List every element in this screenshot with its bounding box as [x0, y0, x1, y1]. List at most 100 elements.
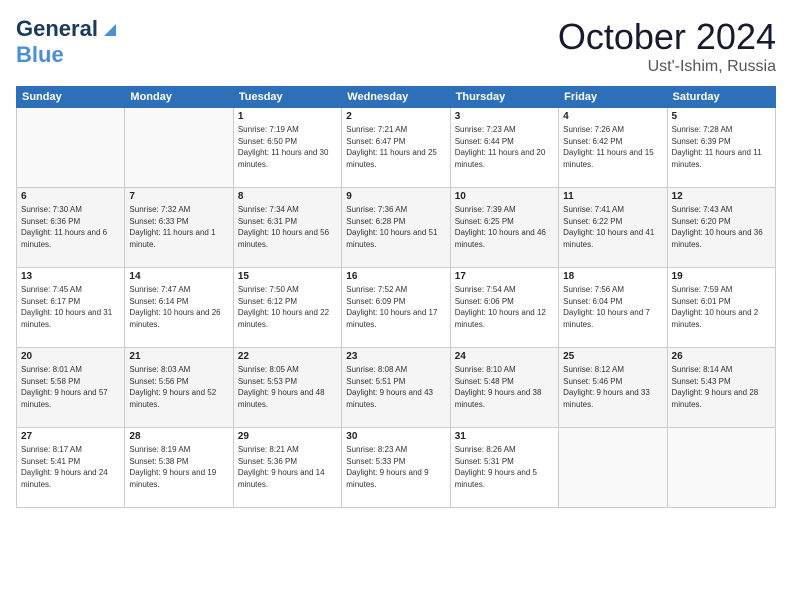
- calendar-cell: 27 Sunrise: 8:17 AMSunset: 5:41 PMDayligh…: [17, 428, 125, 508]
- day-info: Sunrise: 8:08 AMSunset: 5:51 PMDaylight:…: [346, 364, 445, 410]
- day-info: Sunrise: 8:21 AMSunset: 5:36 PMDaylight:…: [238, 444, 337, 490]
- day-number: 31: [455, 431, 554, 442]
- col-sunday: Sunday: [17, 87, 125, 108]
- week-row-3: 13 Sunrise: 7:45 AMSunset: 6:17 PMDayligh…: [17, 268, 776, 348]
- day-number: 6: [21, 191, 120, 202]
- day-info: Sunrise: 7:19 AMSunset: 6:50 PMDaylight:…: [238, 124, 337, 170]
- calendar-cell: 5Sunrise: 7:28 AMSunset: 6:39 PMDaylight…: [667, 108, 775, 188]
- day-info: Sunrise: 7:50 AMSunset: 6:12 PMDaylight:…: [238, 284, 337, 330]
- day-info: Sunrise: 8:10 AMSunset: 5:48 PMDaylight:…: [455, 364, 554, 410]
- day-number: 13: [21, 271, 120, 282]
- logo: General Blue: [16, 16, 116, 68]
- day-info: Sunrise: 7:45 AMSunset: 6:17 PMDaylight:…: [21, 284, 120, 330]
- day-number: 15: [238, 271, 337, 282]
- day-number: 22: [238, 351, 337, 362]
- calendar-cell: [17, 108, 125, 188]
- page: General Blue October 2024 Ust'-Ishim, Ru…: [0, 0, 792, 612]
- day-number: 1: [238, 111, 337, 122]
- calendar-cell: 28 Sunrise: 8:19 AMSunset: 5:38 PMDayligh…: [125, 428, 233, 508]
- day-number: 27: [21, 431, 120, 442]
- day-number: 14: [129, 271, 228, 282]
- calendar-cell: 13 Sunrise: 7:45 AMSunset: 6:17 PMDayligh…: [17, 268, 125, 348]
- day-info: Sunrise: 7:56 AMSunset: 6:04 PMDaylight:…: [563, 284, 662, 330]
- day-number: 16: [346, 271, 445, 282]
- day-number: 28: [129, 431, 228, 442]
- calendar-cell: 14Sunrise: 7:47 AMSunset: 6:14 PMDayligh…: [125, 268, 233, 348]
- title-location: Ust'-Ishim, Russia: [558, 58, 776, 76]
- logo-blue: Blue: [16, 42, 64, 67]
- day-info: Sunrise: 7:32 AMSunset: 6:33 PMDaylight:…: [129, 204, 228, 250]
- calendar-cell: [125, 108, 233, 188]
- day-info: Sunrise: 8:14 AMSunset: 5:43 PMDaylight:…: [672, 364, 771, 410]
- day-number: 4: [563, 111, 662, 122]
- day-info: Sunrise: 8:12 AMSunset: 5:46 PMDaylight:…: [563, 364, 662, 410]
- day-info: Sunrise: 7:39 AMSunset: 6:25 PMDaylight:…: [455, 204, 554, 250]
- day-info: Sunrise: 8:17 AMSunset: 5:41 PMDaylight:…: [21, 444, 120, 490]
- calendar-cell: 8Sunrise: 7:34 AMSunset: 6:31 PMDaylight…: [233, 188, 341, 268]
- day-number: 8: [238, 191, 337, 202]
- col-tuesday: Tuesday: [233, 87, 341, 108]
- title-month: October 2024: [558, 16, 776, 58]
- day-info: Sunrise: 7:26 AMSunset: 6:42 PMDaylight:…: [563, 124, 662, 170]
- day-info: Sunrise: 7:54 AMSunset: 6:06 PMDaylight:…: [455, 284, 554, 330]
- day-number: 25: [563, 351, 662, 362]
- day-info: Sunrise: 8:03 AMSunset: 5:56 PMDaylight:…: [129, 364, 228, 410]
- day-number: 19: [672, 271, 771, 282]
- col-monday: Monday: [125, 87, 233, 108]
- col-friday: Friday: [559, 87, 667, 108]
- day-number: 11: [563, 191, 662, 202]
- logo-general: General: [16, 16, 98, 41]
- day-info: Sunrise: 7:59 AMSunset: 6:01 PMDaylight:…: [672, 284, 771, 330]
- calendar-cell: 9 Sunrise: 7:36 AMSunset: 6:28 PMDaylight…: [342, 188, 450, 268]
- calendar-cell: 24Sunrise: 8:10 AMSunset: 5:48 PMDayligh…: [450, 348, 558, 428]
- day-number: 10: [455, 191, 554, 202]
- calendar-cell: 2Sunrise: 7:21 AMSunset: 6:47 PMDaylight…: [342, 108, 450, 188]
- week-row-2: 6 Sunrise: 7:30 AMSunset: 6:36 PMDaylight…: [17, 188, 776, 268]
- day-number: 29: [238, 431, 337, 442]
- week-row-5: 27 Sunrise: 8:17 AMSunset: 5:41 PMDayligh…: [17, 428, 776, 508]
- day-info: Sunrise: 7:36 AMSunset: 6:28 PMDaylight:…: [346, 204, 445, 250]
- col-saturday: Saturday: [667, 87, 775, 108]
- day-number: 7: [129, 191, 228, 202]
- calendar-cell: 12Sunrise: 7:43 AMSunset: 6:20 PMDayligh…: [667, 188, 775, 268]
- day-info: Sunrise: 7:28 AMSunset: 6:39 PMDaylight:…: [672, 124, 771, 170]
- calendar-cell: 25 Sunrise: 8:12 AMSunset: 5:46 PMDayligh…: [559, 348, 667, 428]
- calendar-cell: 4 Sunrise: 7:26 AMSunset: 6:42 PMDaylight…: [559, 108, 667, 188]
- header-row: Sunday Monday Tuesday Wednesday Thursday…: [17, 87, 776, 108]
- day-info: Sunrise: 8:19 AMSunset: 5:38 PMDaylight:…: [129, 444, 228, 490]
- logo-arrow-shape: [104, 24, 116, 36]
- day-number: 18: [563, 271, 662, 282]
- week-row-1: 1 Sunrise: 7:19 AMSunset: 6:50 PMDaylight…: [17, 108, 776, 188]
- calendar-cell: 30Sunrise: 8:23 AMSunset: 5:33 PMDayligh…: [342, 428, 450, 508]
- day-info: Sunrise: 8:26 AMSunset: 5:31 PMDaylight:…: [455, 444, 554, 490]
- calendar-cell: 15 Sunrise: 7:50 AMSunset: 6:12 PMDayligh…: [233, 268, 341, 348]
- day-number: 3: [455, 111, 554, 122]
- calendar-table: Sunday Monday Tuesday Wednesday Thursday…: [16, 86, 776, 508]
- day-number: 9: [346, 191, 445, 202]
- day-info: Sunrise: 7:30 AMSunset: 6:36 PMDaylight:…: [21, 204, 120, 250]
- day-number: 20: [21, 351, 120, 362]
- calendar-cell: 21Sunrise: 8:03 AMSunset: 5:56 PMDayligh…: [125, 348, 233, 428]
- calendar-cell: 22 Sunrise: 8:05 AMSunset: 5:53 PMDayligh…: [233, 348, 341, 428]
- calendar-cell: [559, 428, 667, 508]
- calendar-cell: 10 Sunrise: 7:39 AMSunset: 6:25 PMDayligh…: [450, 188, 558, 268]
- day-info: Sunrise: 8:01 AMSunset: 5:58 PMDaylight:…: [21, 364, 120, 410]
- calendar-cell: 31 Sunrise: 8:26 AMSunset: 5:31 PMDayligh…: [450, 428, 558, 508]
- day-info: Sunrise: 7:21 AMSunset: 6:47 PMDaylight:…: [346, 124, 445, 170]
- calendar-cell: 7 Sunrise: 7:32 AMSunset: 6:33 PMDaylight…: [125, 188, 233, 268]
- calendar-cell: 23 Sunrise: 8:08 AMSunset: 5:51 PMDayligh…: [342, 348, 450, 428]
- calendar-cell: 17 Sunrise: 7:54 AMSunset: 6:06 PMDayligh…: [450, 268, 558, 348]
- day-info: Sunrise: 8:05 AMSunset: 5:53 PMDaylight:…: [238, 364, 337, 410]
- day-info: Sunrise: 7:52 AMSunset: 6:09 PMDaylight:…: [346, 284, 445, 330]
- day-info: Sunrise: 7:43 AMSunset: 6:20 PMDaylight:…: [672, 204, 771, 250]
- calendar-cell: 3Sunrise: 7:23 AMSunset: 6:44 PMDaylight…: [450, 108, 558, 188]
- day-number: 23: [346, 351, 445, 362]
- col-thursday: Thursday: [450, 87, 558, 108]
- header: General Blue October 2024 Ust'-Ishim, Ru…: [16, 16, 776, 76]
- title-block: October 2024 Ust'-Ishim, Russia: [558, 16, 776, 76]
- calendar-cell: 16 Sunrise: 7:52 AMSunset: 6:09 PMDayligh…: [342, 268, 450, 348]
- calendar-cell: 26Sunrise: 8:14 AMSunset: 5:43 PMDayligh…: [667, 348, 775, 428]
- day-number: 17: [455, 271, 554, 282]
- calendar-cell: 18 Sunrise: 7:56 AMSunset: 6:04 PMDayligh…: [559, 268, 667, 348]
- col-wednesday: Wednesday: [342, 87, 450, 108]
